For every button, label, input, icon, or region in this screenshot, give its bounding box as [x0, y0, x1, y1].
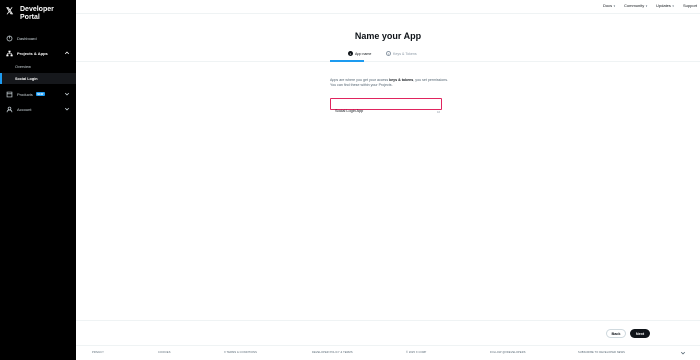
sidebar-item-label: Dashboard: [17, 35, 37, 41]
app-name-field[interactable]: [330, 98, 442, 116]
community-menu[interactable]: Community ▾: [624, 3, 647, 8]
sidebar-item-products[interactable]: Products NEW: [0, 88, 76, 100]
footer-link-terms[interactable]: X TERMS & CONDITIONS: [224, 351, 257, 354]
sidebar-subitem-label: Social Login: [15, 76, 38, 81]
sidebar-subitem-social-login[interactable]: Social Login: [0, 73, 76, 84]
main-content: Name your App 1 App name 2 Keys & Tokens…: [76, 14, 700, 320]
footer-link-cookies[interactable]: COOKIES: [158, 351, 171, 354]
sidebar-subitem-label: Overview: [15, 64, 31, 69]
brand[interactable]: 𝕏 Developer Portal: [6, 6, 64, 22]
chevron-down-icon: ▾: [613, 3, 616, 8]
sidebar-item-projects-apps[interactable]: Projects & Apps: [0, 47, 76, 59]
sidebar-item-label: Products: [17, 91, 33, 97]
description-text: Apps are where you get your access: [330, 78, 390, 82]
footer-copyright: © 2025 X CORP: [406, 351, 427, 354]
top-bar: Docs ▾ Community ▾ Updates ▾ Support: [76, 0, 700, 14]
chevron-up-icon: [64, 51, 70, 55]
updates-link: Updates: [656, 3, 671, 8]
dashboard-icon: [6, 35, 13, 42]
chevron-down-icon: ▾: [645, 3, 648, 8]
footer-link-follow[interactable]: FOLLOW @XDEVELOPERS: [490, 351, 526, 354]
chevron-down-icon: [64, 92, 70, 96]
chevron-down-icon: [64, 107, 70, 111]
sidebar-item-label: Projects & Apps: [17, 50, 48, 56]
new-badge: NEW: [35, 92, 45, 96]
step-number: 1: [348, 51, 353, 56]
x-logo-icon: 𝕏: [6, 6, 14, 16]
hierarchy-icon: [6, 50, 13, 57]
step-label: App name: [355, 51, 372, 56]
sidebar-subitem-overview[interactable]: Overview: [0, 61, 76, 72]
docs-menu[interactable]: Docs ▾: [603, 3, 615, 8]
footer-link-privacy[interactable]: PRIVACY: [92, 351, 104, 354]
action-bar: Back Next: [76, 320, 700, 345]
step-label: Keys & Tokens: [393, 51, 417, 56]
page-title: Name your App: [354, 31, 422, 41]
description-bold: keys & tokens: [389, 78, 414, 82]
footer-link-subscribe[interactable]: SUBSCRIBE TO DEVELOPER NEWS: [578, 351, 625, 354]
step-keys-tokens: 2 Keys & Tokens: [386, 51, 417, 56]
community-link: Community: [624, 3, 645, 8]
back-button[interactable]: Back: [606, 329, 626, 338]
app-name-input[interactable]: [335, 106, 435, 116]
sidebar-item-account[interactable]: Account: [0, 103, 76, 115]
portal-title: Developer Portal: [20, 6, 54, 21]
step-app-name: 1 App name: [348, 51, 371, 56]
next-button[interactable]: Next: [630, 329, 650, 338]
account-icon: [6, 106, 13, 113]
footer: PRIVACY COOKIES X TERMS & CONDITIONS DEV…: [76, 345, 700, 360]
character-counter: 16: [437, 110, 441, 114]
docs-link: Docs: [603, 3, 613, 8]
sidebar-item-label: Account: [17, 106, 32, 112]
chevron-down-icon: ▾: [672, 3, 674, 8]
description: Apps are where you get your access keys …: [330, 78, 450, 88]
step-divider: [76, 61, 700, 62]
footer-link-developer-policy[interactable]: DEVELOPER POLICY & TERMS: [312, 351, 353, 354]
active-step-indicator: [330, 60, 364, 62]
sidebar: 𝕏 Developer Portal Dashboard Projects & …: [0, 0, 76, 360]
support-link: Support: [683, 3, 698, 8]
sidebar-item-dashboard[interactable]: Dashboard: [0, 32, 76, 44]
step-number: 2: [386, 51, 391, 56]
updates-menu[interactable]: Updates ▾: [656, 3, 674, 8]
support-menu[interactable]: Support: [683, 3, 697, 8]
chevron-down-icon[interactable]: [680, 350, 686, 356]
products-icon: [6, 91, 13, 98]
